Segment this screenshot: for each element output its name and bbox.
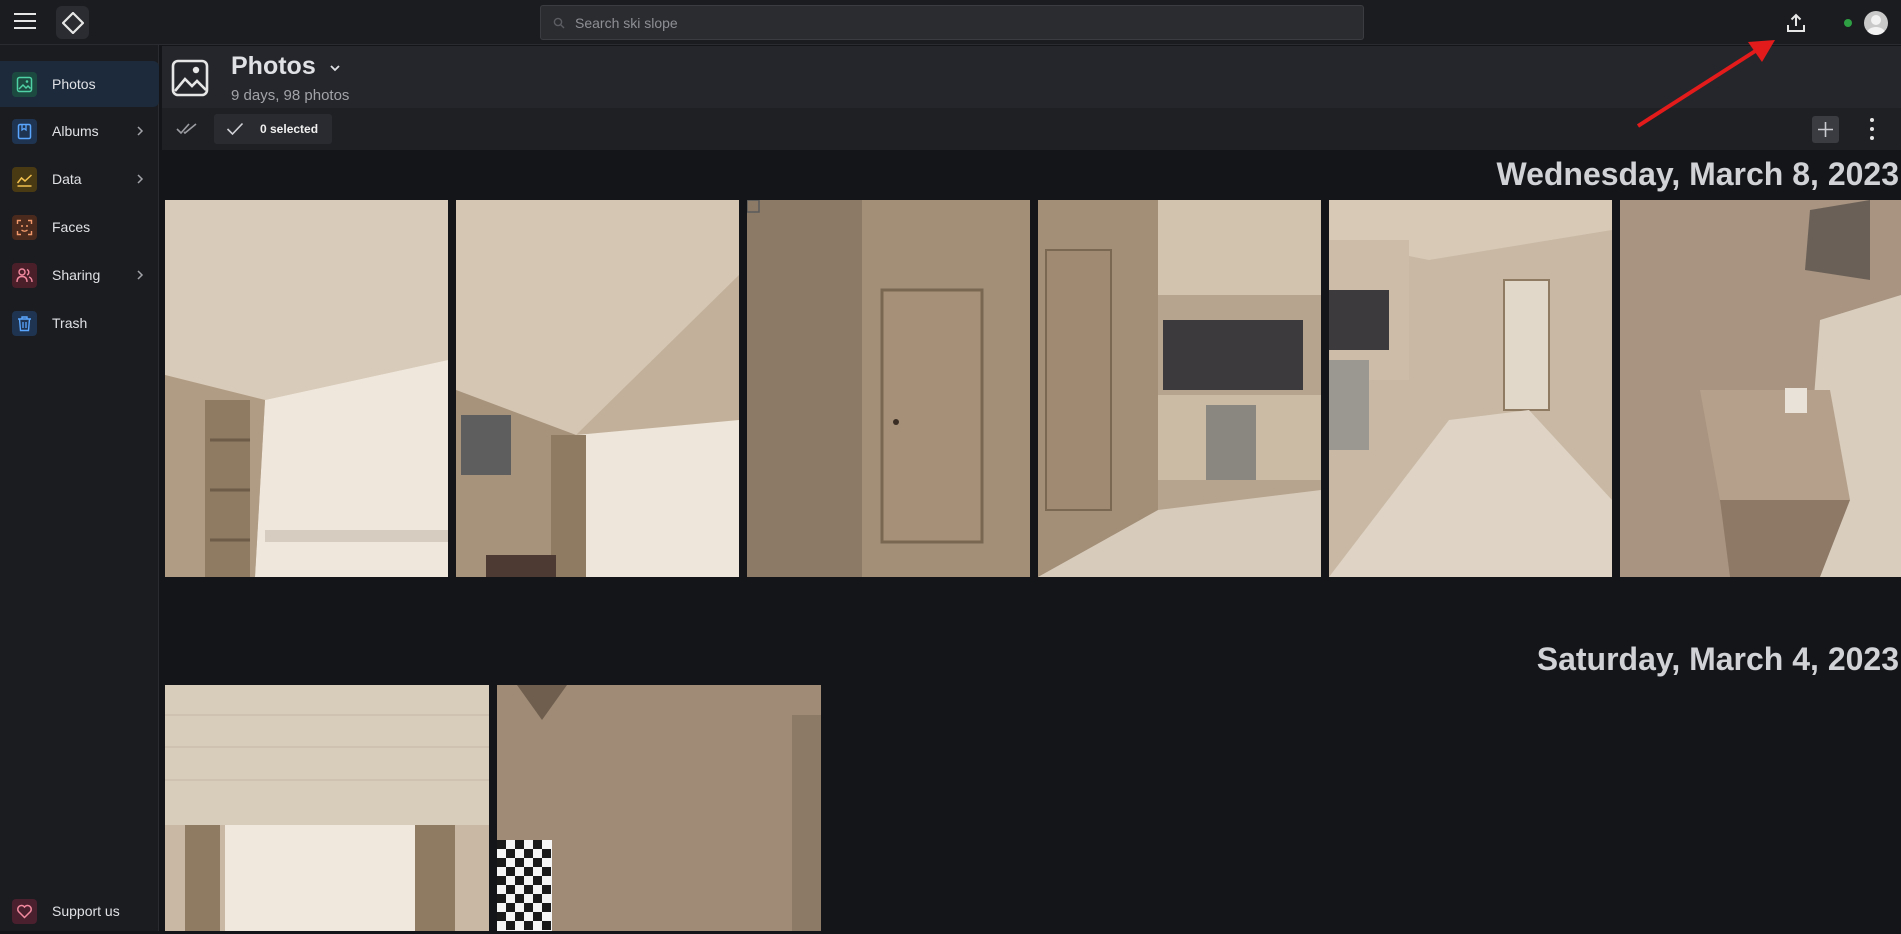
plus-icon — [1818, 122, 1833, 137]
sidebar-item-label: Support us — [52, 903, 120, 919]
photo-thumbnail[interactable] — [165, 200, 448, 577]
page-header: Photos 9 days, 98 photos — [162, 46, 1901, 108]
page-title: Photos — [231, 52, 316, 80]
sidebar-item-label: Photos — [52, 76, 96, 92]
photo-thumbnail[interactable] — [1620, 200, 1901, 577]
select-all-icon[interactable] — [176, 120, 200, 138]
face-icon — [12, 215, 37, 240]
avatar[interactable] — [1864, 11, 1888, 35]
sidebar-item-trash[interactable]: Trash — [0, 300, 159, 346]
photo-icon — [12, 72, 37, 97]
chart-icon — [12, 167, 37, 192]
upload-icon — [1787, 13, 1805, 32]
sidebar-item-label: Faces — [52, 219, 91, 235]
date-heading: Wednesday, March 8, 2023 — [1496, 156, 1899, 192]
selection-toolbar: 0 selected — [162, 108, 1901, 150]
sidebar-item-support[interactable]: Support us — [0, 888, 159, 934]
sidebar-item-photos[interactable]: Photos — [0, 61, 159, 107]
chevron-right-icon — [137, 270, 144, 280]
add-button[interactable] — [1812, 116, 1839, 143]
sidebar-item-label: Data — [52, 171, 82, 187]
selection-toggle[interactable]: 0 selected — [214, 114, 332, 144]
selected-count: 0 selected — [260, 122, 319, 136]
photo-icon — [171, 59, 209, 97]
sidebar-item-albums[interactable]: Albums — [0, 108, 159, 154]
top-bar — [0, 0, 1901, 45]
status-indicator — [1844, 19, 1852, 27]
photo-thumbnail[interactable] — [165, 685, 489, 931]
upload-button[interactable] — [1783, 10, 1809, 36]
people-icon — [12, 263, 37, 288]
sidebar-item-sharing[interactable]: Sharing — [0, 252, 159, 298]
check-icon — [226, 122, 244, 136]
sidebar-item-data[interactable]: Data — [0, 156, 159, 202]
photo-thumbnail[interactable] — [1329, 200, 1612, 577]
photo-thumbnail[interactable] — [1038, 200, 1321, 577]
page-subtitle: 9 days, 98 photos — [231, 87, 350, 104]
photo-thumbnail[interactable] — [456, 200, 739, 577]
menu-icon[interactable] — [14, 13, 36, 31]
chevron-down-icon[interactable] — [328, 61, 342, 75]
photo-thumbnail[interactable] — [497, 685, 821, 931]
date-heading: Saturday, March 4, 2023 — [1536, 641, 1899, 677]
heart-icon — [12, 899, 37, 924]
trash-icon — [12, 311, 37, 336]
sidebar-item-label: Sharing — [52, 267, 101, 283]
more-options-button[interactable] — [1862, 118, 1882, 140]
sidebar-item-faces[interactable]: Faces — [0, 204, 159, 250]
sidebar-item-label: Trash — [52, 315, 88, 331]
app-logo[interactable] — [56, 6, 89, 39]
album-icon — [12, 119, 37, 144]
sidebar: Photos Albums Data Faces Sharing Trash S… — [0, 45, 159, 931]
sidebar-item-label: Albums — [52, 123, 99, 139]
chevron-right-icon — [137, 126, 144, 136]
search-input[interactable] — [575, 14, 1363, 31]
search-box[interactable] — [540, 5, 1364, 40]
search-icon — [553, 17, 565, 28]
photo-thumbnail[interactable] — [747, 200, 1030, 577]
chevron-right-icon — [137, 174, 144, 184]
